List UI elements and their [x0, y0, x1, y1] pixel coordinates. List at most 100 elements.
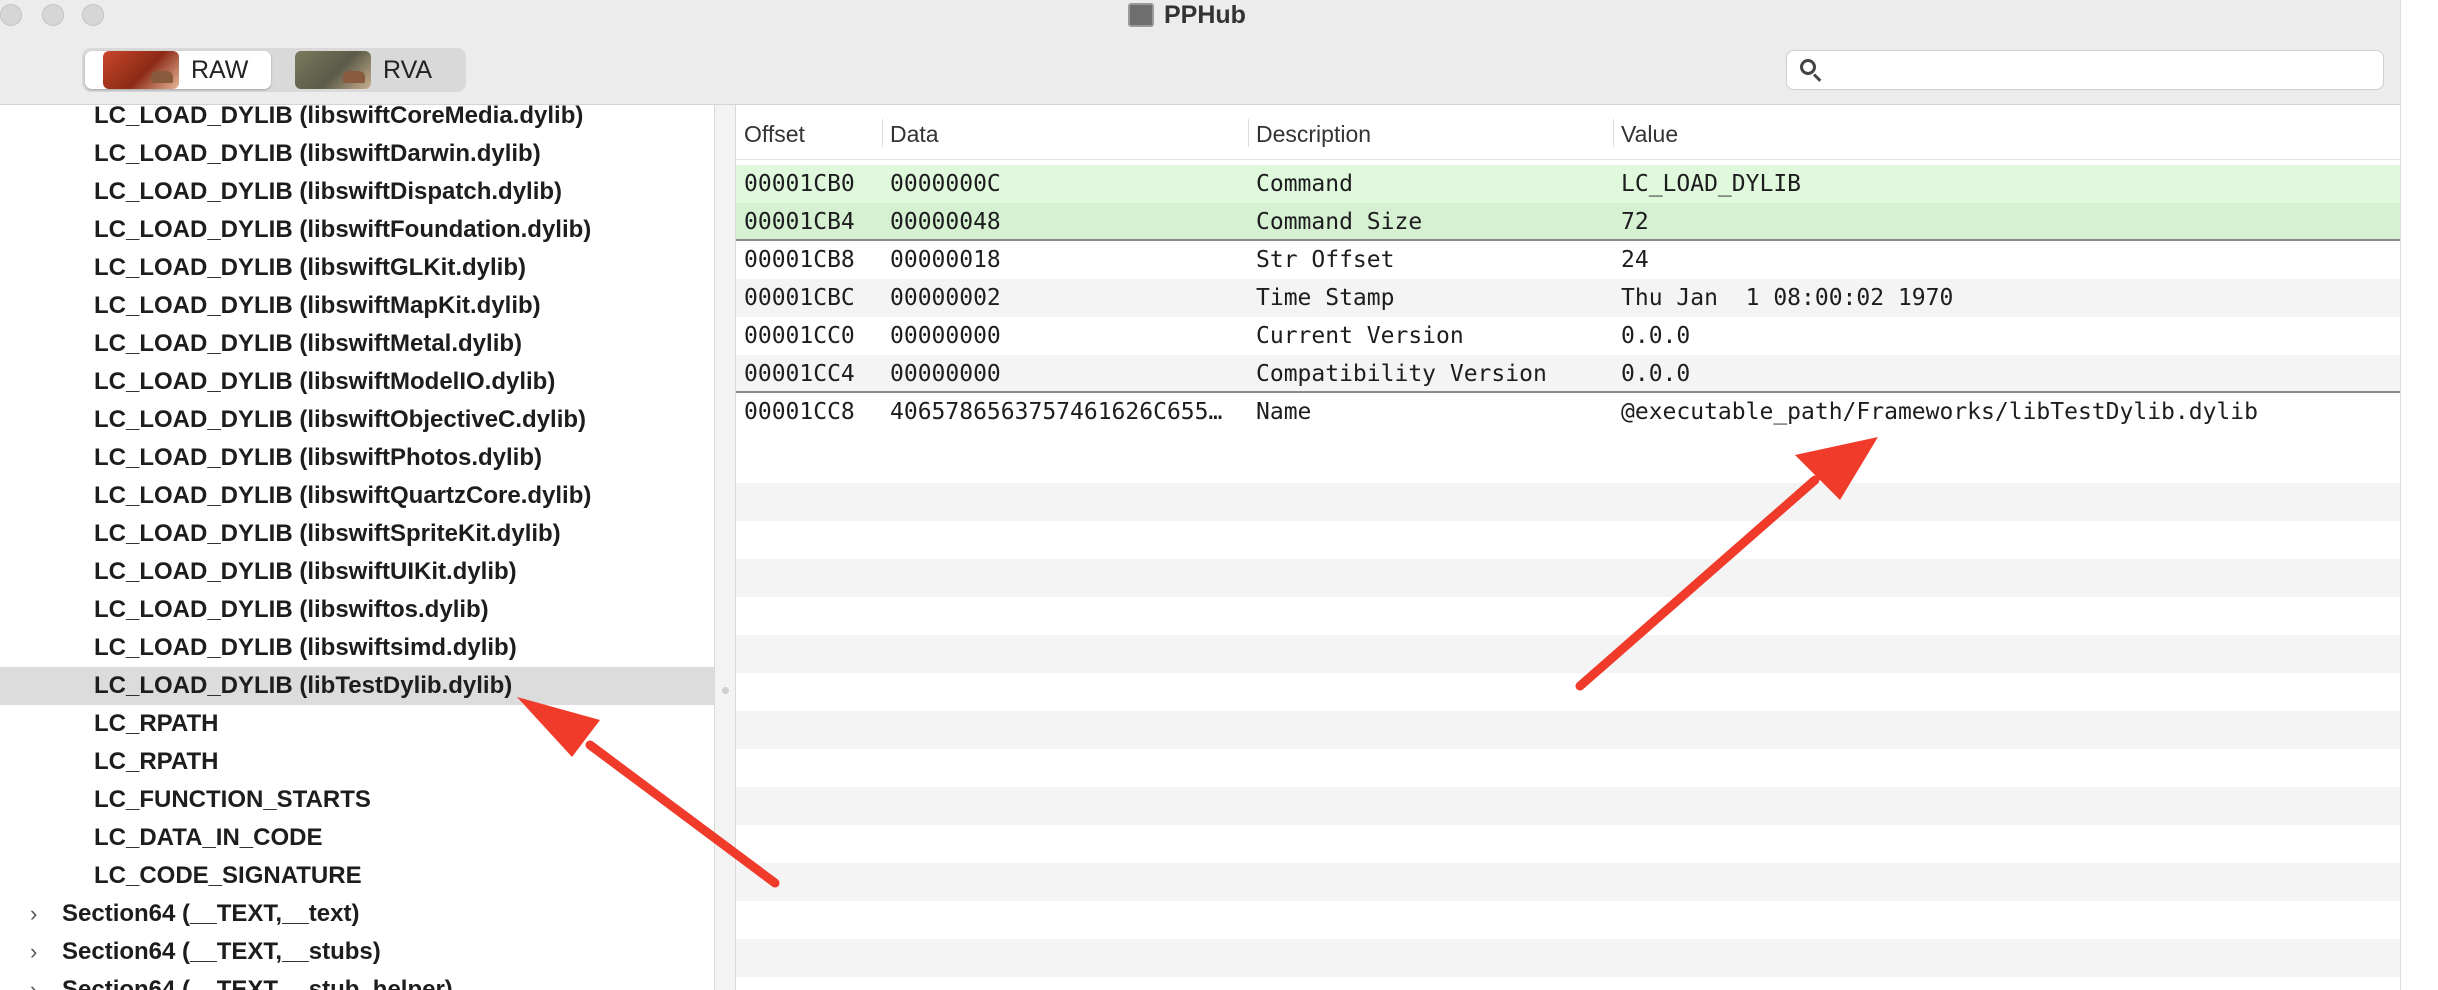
tree-item-libswiftfoundation[interactable]: LC_LOAD_DYLIB (libswiftFoundation.dylib)	[0, 211, 714, 249]
search-input[interactable]	[1833, 56, 2357, 84]
column-header-value[interactable]: Value	[1621, 105, 1678, 159]
table-row[interactable]: 00001CC0 00000000 Current Version 0.0.0	[736, 317, 2400, 355]
offset-cell: 00001CBC	[744, 285, 855, 311]
description-cell: Name	[1256, 399, 1312, 425]
tree-item-label: Section64 (__TEXT,__stub_helper)	[62, 976, 453, 990]
data-cell: 00000002	[890, 285, 1001, 311]
tree-item-label: LC_LOAD_DYLIB (libswiftFoundation.dylib)	[94, 216, 592, 243]
description-cell: Current Version	[1256, 323, 1464, 349]
tree-item-label: LC_LOAD_DYLIB (libswiftos.dylib)	[94, 596, 489, 623]
tree-item-libswiftcoremedia[interactable]: LC_LOAD_DYLIB (libswiftCoreMedia.dylib)	[0, 105, 714, 135]
tree-item-libswiftdarwin[interactable]: LC_LOAD_DYLIB (libswiftDarwin.dylib)	[0, 135, 714, 173]
tree-item-label: LC_LOAD_DYLIB (libTestDylib.dylib)	[94, 672, 513, 699]
app-icon	[1128, 3, 1154, 27]
tree-item-section-text-stub-helper[interactable]: › Section64 (__TEXT,__stub_helper)	[0, 971, 714, 990]
value-cell: Thu Jan 1 08:00:02 1970	[1621, 285, 1954, 311]
tree-item-libswiftdispatch[interactable]: LC_LOAD_DYLIB (libswiftDispatch.dylib)	[0, 173, 714, 211]
tree-item-libtestdylib-selected[interactable]: LC_LOAD_DYLIB (libTestDylib.dylib)	[0, 667, 714, 705]
tree-item-label: LC_RPATH	[94, 748, 219, 775]
tree-item-label: LC_LOAD_DYLIB (libswiftUIKit.dylib)	[94, 558, 517, 585]
tree-item-lc-code-signature[interactable]: LC_CODE_SIGNATURE	[0, 857, 714, 895]
tree-item-libswiftquartzcore[interactable]: LC_LOAD_DYLIB (libswiftQuartzCore.dylib)	[0, 477, 714, 515]
data-cell: 00000018	[890, 247, 1001, 273]
tree-item-lc-rpath[interactable]: LC_RPATH	[0, 743, 714, 781]
close-window-button[interactable]	[0, 4, 22, 26]
value-cell: 24	[1621, 247, 1649, 273]
raw-mode-button[interactable]: RAW	[85, 51, 271, 89]
table-row[interactable]: 00001CB8 00000018 Str Offset 24	[736, 241, 2400, 279]
data-cell: 00000000	[890, 323, 1001, 349]
tree-item-label: Section64 (__TEXT,__text)	[62, 900, 360, 927]
column-header-data[interactable]: Data	[890, 105, 939, 159]
tree-item-libswiftos[interactable]: LC_LOAD_DYLIB (libswiftos.dylib)	[0, 591, 714, 629]
tree-item-label: LC_LOAD_DYLIB (libswiftGLKit.dylib)	[94, 254, 526, 281]
table-row[interactable]: 00001CBC 00000002 Time Stamp Thu Jan 1 0…	[736, 279, 2400, 317]
description-cell: Str Offset	[1256, 247, 1395, 273]
tree-item-lc-rpath[interactable]: LC_RPATH	[0, 705, 714, 743]
tree-item-libswiftuikit[interactable]: LC_LOAD_DYLIB (libswiftUIKit.dylib)	[0, 553, 714, 591]
raw-mode-label: RAW	[191, 55, 249, 84]
tree-item-section-text-text[interactable]: › Section64 (__TEXT,__text)	[0, 895, 714, 933]
tree-item-label: LC_LOAD_DYLIB (libswiftQuartzCore.dylib)	[94, 482, 592, 509]
value-cell: 0.0.0	[1621, 361, 1691, 387]
raw-thumbnail-icon	[103, 51, 179, 89]
column-header-offset[interactable]: Offset	[744, 105, 805, 159]
tree-item-label: Section64 (__TEXT,__stubs)	[62, 938, 381, 965]
tree-item-label: LC_CODE_SIGNATURE	[94, 862, 362, 889]
column-header-description[interactable]: Description	[1256, 105, 1371, 159]
description-cell: Command Size	[1256, 209, 1423, 235]
value-cell: LC_LOAD_DYLIB	[1621, 171, 1802, 197]
tree-item-lc-data-in-code[interactable]: LC_DATA_IN_CODE	[0, 819, 714, 857]
value-cell: 72	[1621, 209, 1649, 235]
tree-item-libswiftspritekit[interactable]: LC_LOAD_DYLIB (libswiftSpriteKit.dylib)	[0, 515, 714, 553]
tree-item-label: LC_LOAD_DYLIB (libswiftDarwin.dylib)	[94, 140, 541, 167]
split-view-divider[interactable]	[714, 105, 736, 990]
tree-item-label: LC_LOAD_DYLIB (libswiftDispatch.dylib)	[94, 178, 563, 205]
chevron-right-icon[interactable]: ›	[30, 895, 37, 933]
value-cell: @executable_path/Frameworks/libTestDylib…	[1621, 399, 2258, 425]
table-row[interactable]: 00001CC8 4065786563757461626C655… Name @…	[736, 393, 2400, 431]
offset-cell: 00001CC0	[744, 323, 855, 349]
chevron-right-icon[interactable]: ›	[30, 933, 37, 971]
desktop-background	[2400, 0, 2438, 990]
tree-item-label: LC_FUNCTION_STARTS	[94, 786, 371, 813]
tree-item-libswiftsimd[interactable]: LC_LOAD_DYLIB (libswiftsimd.dylib)	[0, 629, 714, 667]
table-row[interactable]: 00001CB4 00000048 Command Size 72	[736, 203, 2400, 241]
tree-item-libswiftglkit[interactable]: LC_LOAD_DYLIB (libswiftGLKit.dylib)	[0, 249, 714, 287]
tree-item-section-text-stubs[interactable]: › Section64 (__TEXT,__stubs)	[0, 933, 714, 971]
detail-table: Offset Data Description Value 00001CB0 0…	[736, 105, 2400, 990]
tree-item-libswiftphotos[interactable]: LC_LOAD_DYLIB (libswiftPhotos.dylib)	[0, 439, 714, 477]
search-field[interactable]	[1786, 50, 2384, 90]
tree-item-label: LC_LOAD_DYLIB (libswiftSpriteKit.dylib)	[94, 520, 561, 547]
tree-item-label: LC_LOAD_DYLIB (libswiftPhotos.dylib)	[94, 444, 542, 471]
value-cell: 0.0.0	[1621, 323, 1691, 349]
zoom-window-button[interactable]	[82, 4, 104, 26]
tree-item-libswiftobjectivec[interactable]: LC_LOAD_DYLIB (libswiftObjectiveC.dylib)	[0, 401, 714, 439]
tree-item-label: LC_LOAD_DYLIB (libswiftModelIO.dylib)	[94, 368, 556, 395]
table-row[interactable]: 00001CB0 0000000C Command LC_LOAD_DYLIB	[736, 165, 2400, 203]
search-icon	[1799, 58, 1823, 82]
data-cell: 00000000	[890, 361, 1001, 387]
window-title-group: PPHub	[1128, 0, 1246, 30]
tree-item-libswiftmapkit[interactable]: LC_LOAD_DYLIB (libswiftMapKit.dylib)	[0, 287, 714, 325]
divider-grip-icon	[722, 687, 729, 694]
window-title: PPHub	[1164, 0, 1246, 29]
table-header: Offset Data Description Value	[736, 105, 2400, 160]
offset-cell: 00001CB8	[744, 247, 855, 273]
address-mode-segmented-control: RAW RVA	[82, 48, 466, 92]
tree-item-label: LC_DATA_IN_CODE	[94, 824, 323, 851]
tree-item-label: LC_RPATH	[94, 710, 219, 737]
offset-cell: 00001CB4	[744, 209, 855, 235]
tree-item-label: LC_LOAD_DYLIB (libswiftMapKit.dylib)	[94, 292, 541, 319]
chevron-right-icon[interactable]: ›	[30, 971, 37, 990]
rva-mode-button[interactable]: RVA	[277, 51, 463, 89]
tree-item-label: LC_LOAD_DYLIB (libswiftCoreMedia.dylib)	[94, 105, 584, 129]
tree-item-libswiftmetal[interactable]: LC_LOAD_DYLIB (libswiftMetal.dylib)	[0, 325, 714, 363]
table-row[interactable]: 00001CC4 00000000 Compatibility Version …	[736, 355, 2400, 393]
data-cell: 00000048	[890, 209, 1001, 235]
description-cell: Command	[1256, 171, 1353, 197]
tree-item-lc-function-starts[interactable]: LC_FUNCTION_STARTS	[0, 781, 714, 819]
minimize-window-button[interactable]	[42, 4, 64, 26]
tree-item-libswiftmodelio[interactable]: LC_LOAD_DYLIB (libswiftModelIO.dylib)	[0, 363, 714, 401]
data-cell: 0000000C	[890, 171, 1001, 197]
